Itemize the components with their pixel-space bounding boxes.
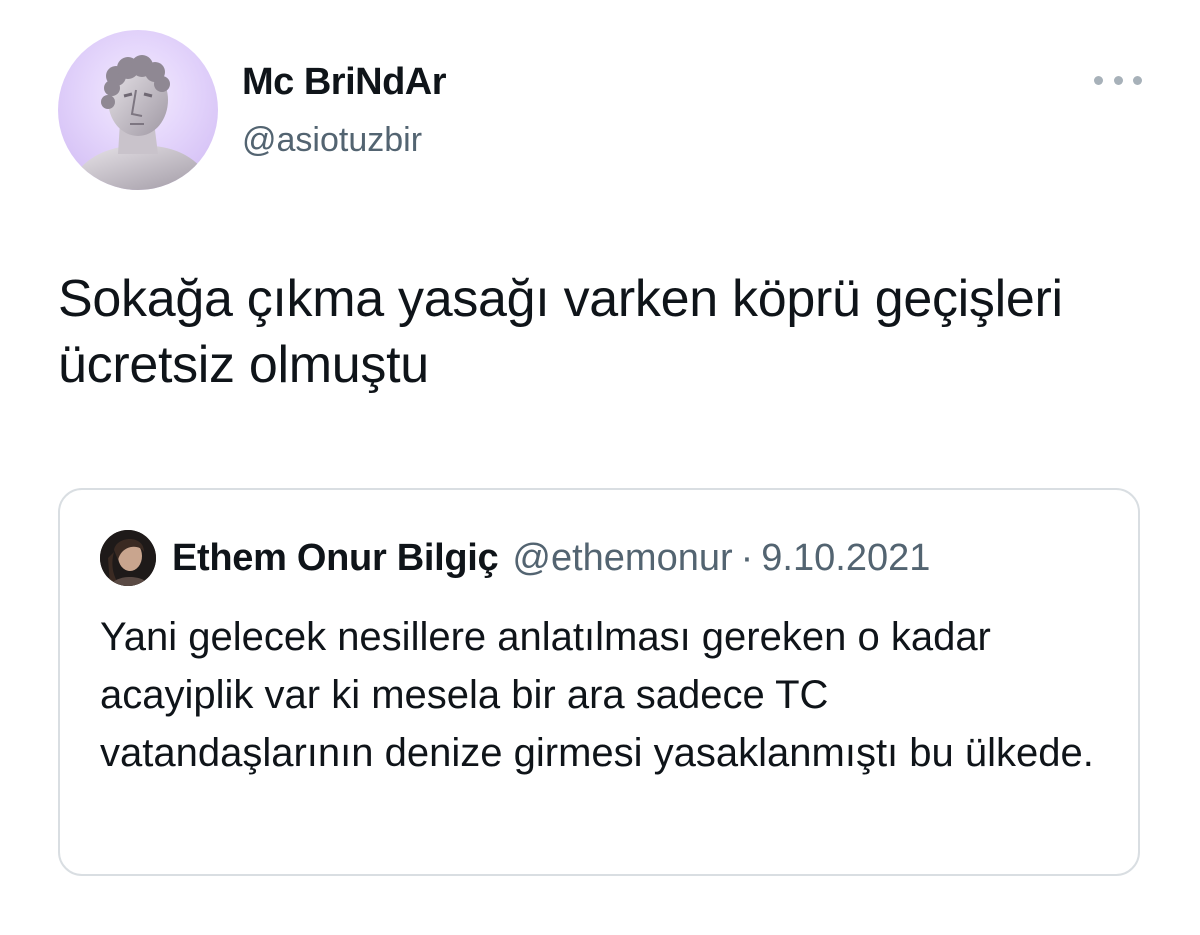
author-display-name[interactable]: Mc BriNdAr xyxy=(242,58,447,106)
more-horizontal-icon-dot xyxy=(1113,75,1123,85)
portrait-image xyxy=(100,530,156,586)
quoted-author-avatar[interactable] xyxy=(100,530,156,586)
tweet-text: Sokağa çıkma yasağı varken köprü geçişle… xyxy=(58,270,1063,394)
author-handle[interactable]: @asiotuzbir xyxy=(242,118,422,162)
header-separator: · xyxy=(740,536,754,579)
statue-bust-image xyxy=(68,55,214,190)
quoted-tweet-header: Ethem Onur Bilgiç @ethemonur · 9.10.2021 xyxy=(172,532,930,584)
more-options-button[interactable] xyxy=(1094,66,1142,94)
quoted-author-handle[interactable]: @ethemonur xyxy=(512,537,732,580)
more-horizontal-icon-dot xyxy=(1133,75,1142,85)
author-avatar[interactable] xyxy=(58,30,218,190)
more-horizontal-icon xyxy=(1094,75,1103,85)
quoted-tweet-date[interactable]: 9.10.2021 xyxy=(761,537,930,580)
quoted-tweet-card[interactable]: Ethem Onur Bilgiç @ethemonur · 9.10.2021… xyxy=(58,488,1140,876)
quoted-tweet-text: Yani gelecek nesillere anlatılması gerek… xyxy=(100,615,1094,775)
quoted-author-display-name[interactable]: Ethem Onur Bilgiç xyxy=(172,537,499,580)
